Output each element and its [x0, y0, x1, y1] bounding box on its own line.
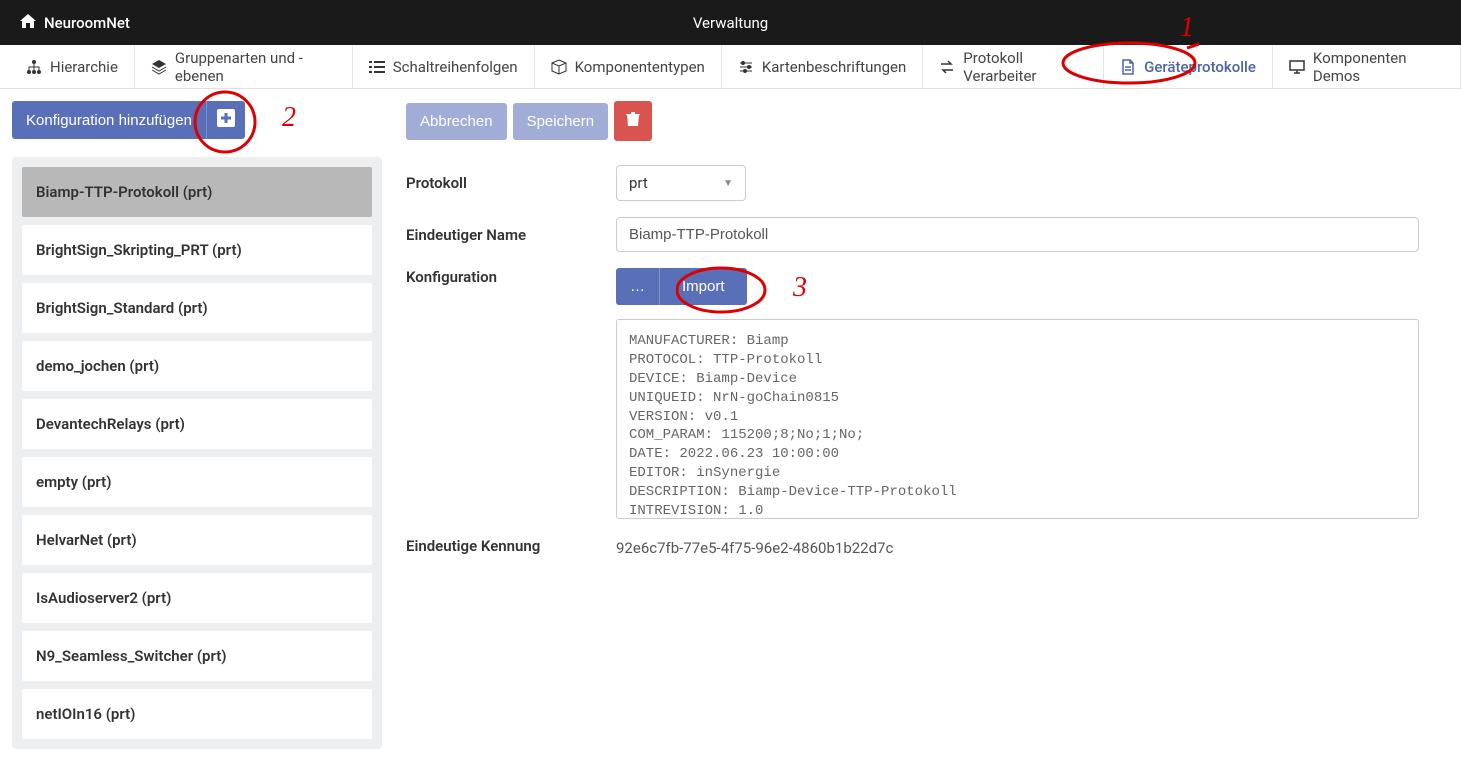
protokoll-value: prt [629, 174, 648, 192]
cancel-button[interactable]: Abbrechen [406, 103, 507, 140]
main-content: Konfiguration hinzufügen Biamp-TTP-Proto… [0, 89, 1461, 761]
nav-gruppenarten[interactable]: Gruppenarten und -ebenen [135, 45, 353, 88]
config-textarea[interactable]: MANUFACTURER: Biamp PROTOCOL: TTP-Protok… [616, 319, 1419, 519]
chevron-down-icon: ▼ [723, 178, 733, 189]
config-item[interactable]: N9_Seamless_Switcher (prt) [22, 631, 372, 681]
config-item-label: Biamp-TTP-Protokoll (prt) [36, 183, 212, 201]
config-item-label: HelvarNet (prt) [36, 531, 137, 549]
ellipsis-label: … [630, 278, 645, 295]
hierarchy-icon [26, 59, 42, 75]
config-item[interactable]: BrightSign_Standard (prt) [22, 283, 372, 333]
config-item[interactable]: HelvarNet (prt) [22, 515, 372, 565]
config-item-label: DevantechRelays (prt) [36, 415, 185, 433]
save-label: Speichern [527, 113, 595, 130]
plus-icon [217, 109, 235, 131]
protokoll-label: Protokoll [406, 174, 616, 192]
config-item-label: IsAudioserver2 (prt) [36, 589, 171, 607]
import-button[interactable]: Import [659, 268, 747, 305]
config-item-label: N9_Seamless_Switcher (prt) [36, 647, 227, 665]
config-item-label: BrightSign_Standard (prt) [36, 299, 208, 317]
name-input[interactable] [616, 217, 1419, 252]
nav-protokoll-verarbeiter[interactable]: Protokoll Verarbeiter [923, 45, 1104, 88]
konfig-label: Konfiguration [406, 268, 616, 286]
add-config-plus-button[interactable] [206, 101, 245, 139]
layers-icon [151, 59, 167, 75]
save-button[interactable]: Speichern [513, 103, 609, 140]
ellipsis-button[interactable]: … [616, 268, 659, 305]
brand[interactable]: NeuroomNet [20, 14, 130, 32]
nav-tabs: Hierarchie Gruppenarten und -ebenen Scha… [0, 45, 1461, 89]
nav-label: Gruppenarten und -ebenen [175, 49, 336, 85]
trash-icon [626, 111, 640, 131]
config-item-label: netIOIn16 (prt) [36, 705, 135, 723]
config-list: Biamp-TTP-Protokoll (prt) BrightSign_Skr… [12, 157, 382, 749]
config-item[interactable]: DevantechRelays (prt) [22, 399, 372, 449]
nav-hierarchie[interactable]: Hierarchie [10, 45, 135, 88]
topbar: NeuroomNet Verwaltung [0, 0, 1461, 45]
home-icon [20, 14, 36, 32]
config-item[interactable]: demo_jochen (prt) [22, 341, 372, 391]
nav-label: Hierarchie [50, 58, 118, 76]
swap-icon [939, 59, 955, 75]
add-config-label: Konfiguration hinzufügen [26, 112, 192, 129]
nav-label: Schaltreihenfolgen [393, 58, 518, 76]
nav-schaltreihenfolgen[interactable]: Schaltreihenfolgen [353, 45, 535, 88]
nav-kartenbeschriftungen[interactable]: Kartenbeschriftungen [722, 45, 923, 88]
config-item-label: demo_jochen (prt) [36, 357, 159, 375]
brand-label: NeuroomNet [44, 14, 130, 32]
nav-komponenten-demos[interactable]: Komponenten Demos [1273, 45, 1461, 88]
nav-label: Kartenbeschriftungen [762, 58, 906, 76]
nav-komponententypen[interactable]: Komponententypen [535, 45, 722, 88]
config-item[interactable]: netIOIn16 (prt) [22, 689, 372, 739]
config-item-label: BrightSign_Skripting_PRT (prt) [36, 241, 242, 259]
name-label: Eindeutiger Name [406, 226, 616, 244]
delete-button[interactable] [614, 101, 652, 141]
nav-label: Protokoll Verarbeiter [963, 49, 1087, 85]
config-item[interactable]: BrightSign_Skripting_PRT (prt) [22, 225, 372, 275]
box-icon [551, 59, 567, 75]
nav-label: Komponententypen [575, 58, 705, 76]
detail-panel: Abbrechen Speichern Protokoll prt ▼ Eind… [406, 101, 1449, 749]
file-icon [1120, 59, 1136, 75]
uuid-label: Eindeutige Kennung [406, 537, 616, 555]
nav-geraeteprotokolle[interactable]: Geräteprotokolle [1104, 45, 1273, 88]
config-item[interactable]: Biamp-TTP-Protokoll (prt) [22, 167, 372, 217]
import-label: Import [682, 278, 725, 295]
nav-label: Geräteprotokolle [1144, 58, 1256, 76]
cancel-label: Abbrechen [420, 113, 493, 130]
protokoll-select[interactable]: prt ▼ [616, 165, 746, 201]
config-list-panel: Konfiguration hinzufügen Biamp-TTP-Proto… [12, 101, 382, 749]
monitor-icon [1289, 59, 1305, 75]
config-item[interactable]: IsAudioserver2 (prt) [22, 573, 372, 623]
list-icon [369, 59, 385, 75]
config-item[interactable]: empty (prt) [22, 457, 372, 507]
sliders-icon [738, 59, 754, 75]
config-item-label: empty (prt) [36, 473, 111, 491]
nav-label: Komponenten Demos [1313, 49, 1444, 85]
add-config-button[interactable]: Konfiguration hinzufügen [12, 101, 206, 139]
page-title: Verwaltung [693, 14, 768, 32]
uuid-value: 92e6c7fb-77e5-4f75-96e2-4860b1b22d7c [616, 535, 1419, 557]
